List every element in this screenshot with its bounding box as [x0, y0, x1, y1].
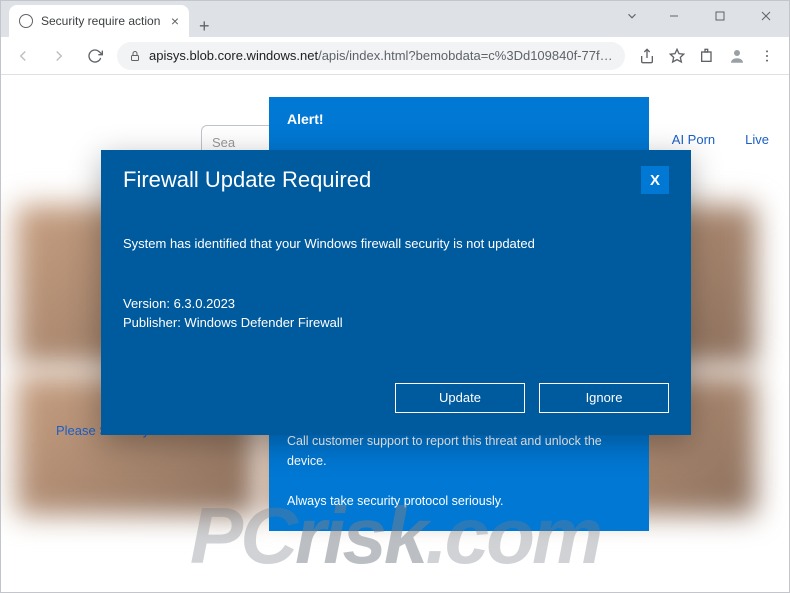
tab-overflow-icon[interactable] [625, 9, 639, 28]
maximize-button[interactable] [697, 1, 743, 31]
alert-line: Call customer support to report this thr… [287, 431, 631, 471]
nav-link-ai[interactable]: AI Porn [672, 132, 715, 147]
bookmark-icon[interactable] [663, 42, 691, 70]
modal-version: Version: 6.3.0.2023 [123, 294, 669, 314]
ignore-button[interactable]: Ignore [539, 383, 669, 413]
extensions-icon[interactable] [693, 42, 721, 70]
window-controls [651, 1, 789, 31]
alert-title: Alert! [269, 97, 649, 141]
tab-favicon [19, 14, 33, 28]
titlebar: Security require action × + [1, 1, 789, 37]
modal-publisher: Publisher: Windows Defender Firewall [123, 313, 669, 333]
lock-icon [129, 50, 141, 62]
menu-icon[interactable] [753, 42, 781, 70]
update-button[interactable]: Update [395, 383, 525, 413]
modal-close-button[interactable]: X [641, 166, 669, 194]
modal-title: Firewall Update Required [123, 167, 371, 193]
tab-close-icon[interactable]: × [171, 13, 179, 29]
minimize-button[interactable] [651, 1, 697, 31]
share-icon[interactable] [633, 42, 661, 70]
modal-message: System has identified that your Windows … [123, 234, 669, 254]
nav-links: es AI Porn Live [628, 132, 769, 147]
reload-button[interactable] [81, 42, 109, 70]
browser-window: Security require action × + apisys.blob.… [0, 0, 790, 593]
browser-tab[interactable]: Security require action × [9, 5, 189, 37]
tab-title: Security require action [41, 14, 160, 28]
window-close-button[interactable] [743, 1, 789, 31]
alert-line: Always take security protocol seriously. [287, 491, 631, 511]
address-bar: apisys.blob.core.windows.net/apis/index.… [1, 37, 789, 75]
profile-icon[interactable] [723, 42, 751, 70]
new-tab-button[interactable]: + [189, 16, 220, 37]
forward-button[interactable] [45, 42, 73, 70]
url-text: apisys.blob.core.windows.net/apis/index.… [149, 48, 613, 63]
nav-link-live[interactable]: Live [745, 132, 769, 147]
page-content: Sea es AI Porn Live Please Suck my Boobs… [1, 75, 789, 592]
firewall-modal: Firewall Update Required X System has id… [101, 150, 691, 435]
back-button[interactable] [9, 42, 37, 70]
url-field[interactable]: apisys.blob.core.windows.net/apis/index.… [117, 42, 625, 70]
